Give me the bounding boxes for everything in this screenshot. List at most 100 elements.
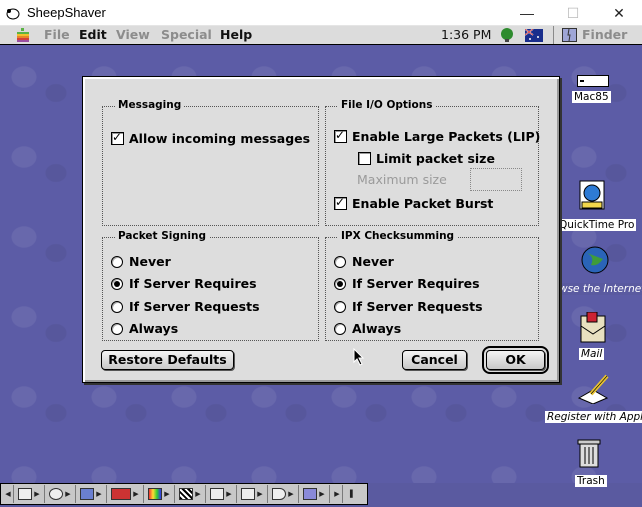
- desktop-icon-quicktime-label-wrap: QuickTime Pro: [557, 213, 637, 232]
- enable-large-packets-checkbox[interactable]: Enable Large Packets (LIP): [334, 128, 540, 144]
- group-title: Messaging: [115, 99, 185, 111]
- keyboard-flag-icon[interactable]: [525, 29, 543, 42]
- mail-icon: [580, 311, 606, 343]
- apple-menu-icon[interactable]: [16, 28, 30, 43]
- desktop-icon-trash[interactable]: [577, 438, 601, 472]
- control-strip: ◀ ▶ ▶ ▶ ▶ ▶ ▶ ▶ ▶ ▶ ▶ ▶ ▐: [0, 483, 368, 505]
- menu-view[interactable]: View: [116, 27, 150, 42]
- packet-signing-always-radio[interactable]: Always: [111, 321, 178, 336]
- control-strip-tab[interactable]: ▐: [343, 485, 355, 503]
- desktop-icon-register-label-wrap: Register with Apple: [545, 405, 642, 424]
- ipx-if-server-requires-radio[interactable]: If Server Requires: [334, 276, 480, 291]
- control-strip-monitor-module[interactable]: ▶: [14, 485, 45, 503]
- radio-label[interactable]: Never: [129, 254, 171, 269]
- radio-label[interactable]: Never: [352, 254, 394, 269]
- packet-signing-if-server-requires-radio[interactable]: If Server Requires: [111, 276, 257, 291]
- internet-globe-icon: [581, 246, 609, 274]
- menu-special[interactable]: Special: [161, 27, 212, 42]
- radio-label[interactable]: If Server Requests: [352, 299, 483, 314]
- packet-signing-if-server-requests-radio[interactable]: If Server Requests: [111, 299, 260, 314]
- restore-defaults-button[interactable]: Restore Defaults: [101, 350, 234, 370]
- radio-button[interactable]: [334, 277, 346, 290]
- minimize-button[interactable]: —: [504, 0, 550, 26]
- control-strip-cd-module[interactable]: ▶: [45, 485, 76, 503]
- active-app-name[interactable]: Finder: [582, 27, 627, 42]
- checkbox-label[interactable]: Enable Packet Burst: [352, 196, 493, 211]
- checkbox-box[interactable]: [334, 195, 347, 210]
- finder-icon[interactable]: [562, 28, 577, 42]
- register-pencil-icon: [577, 374, 609, 405]
- maximum-size-field[interactable]: [470, 168, 522, 191]
- trash-icon: [577, 439, 601, 468]
- desktop-icon-register[interactable]: [577, 374, 611, 408]
- speaker-icon: [272, 488, 287, 500]
- radio-button[interactable]: [111, 300, 123, 313]
- network-icon: [241, 488, 256, 500]
- ipx-if-server-requests-radio[interactable]: If Server Requests: [334, 299, 483, 314]
- control-strip-sound-module[interactable]: ▶: [268, 485, 299, 503]
- radio-button[interactable]: [111, 322, 123, 335]
- control-strip-colors-module[interactable]: ▶: [144, 485, 175, 503]
- quicktime-movie-icon: [579, 180, 605, 210]
- control-strip-printer-module[interactable]: ▶: [206, 485, 237, 503]
- radio-button[interactable]: [334, 255, 346, 268]
- checkbox-label[interactable]: Limit packet size: [376, 151, 495, 166]
- printer-icon: [210, 488, 225, 500]
- checkbox-box[interactable]: [111, 130, 124, 145]
- checkbox-box[interactable]: [358, 152, 371, 165]
- ok-button[interactable]: OK: [482, 346, 549, 374]
- checkbox-label[interactable]: Allow incoming messages: [129, 131, 310, 146]
- control-strip-scroll-right[interactable]: ▶: [330, 485, 343, 503]
- radio-label[interactable]: Always: [352, 321, 401, 336]
- menu-edit[interactable]: Edit: [79, 27, 107, 42]
- desktop-icon-browse-label-wrap: wse the Internet: [557, 277, 642, 296]
- radio-label[interactable]: If Server Requires: [352, 276, 480, 291]
- ipx-always-radio[interactable]: Always: [334, 321, 401, 336]
- radio-button[interactable]: [334, 300, 346, 313]
- radio-label[interactable]: If Server Requests: [129, 299, 260, 314]
- cd-icon: [49, 488, 64, 500]
- checkbox-box[interactable]: [334, 128, 347, 143]
- globe-icon[interactable]: [499, 27, 515, 43]
- checkbox-label[interactable]: Enable Large Packets (LIP): [352, 129, 540, 144]
- maximize-button[interactable]: ☐: [550, 0, 596, 26]
- desktop-icon-quicktime[interactable]: [578, 180, 608, 216]
- radio-button[interactable]: [111, 255, 123, 268]
- file-io-options-group: File I/O Options Enable Large Packets (L…: [325, 99, 540, 226]
- desktop-icon-label: QuickTime Pro: [557, 219, 637, 231]
- packet-signing-never-radio[interactable]: Never: [111, 254, 171, 269]
- menu-file[interactable]: File: [44, 27, 70, 42]
- control-strip-network-module[interactable]: ▶: [237, 485, 268, 503]
- ipx-checksumming-group: IPX Checksumming Never If Server Require…: [325, 230, 539, 341]
- radio-button[interactable]: [334, 322, 346, 335]
- keychain-icon: [303, 488, 318, 500]
- desktop-icon-label: wse the Internet: [557, 283, 642, 295]
- menu-clock[interactable]: 1:36 PM: [441, 27, 491, 42]
- menu-help[interactable]: Help: [220, 27, 252, 42]
- ipx-never-radio[interactable]: Never: [334, 254, 394, 269]
- enable-packet-burst-checkbox[interactable]: Enable Packet Burst: [334, 195, 493, 211]
- radio-label[interactable]: Always: [129, 321, 178, 336]
- control-strip-keychain-module[interactable]: ▶: [299, 485, 330, 503]
- control-strip-file-sharing-module[interactable]: ▶: [76, 485, 107, 503]
- messaging-group: Messaging Allow incoming messages: [102, 99, 319, 226]
- cancel-button[interactable]: Cancel: [402, 350, 467, 370]
- limit-packet-size-checkbox[interactable]: Limit packet size: [358, 151, 495, 166]
- monitor-icon: [18, 488, 33, 500]
- resolution-icon: [179, 488, 194, 500]
- control-strip-resolution-module[interactable]: ▶: [175, 485, 206, 503]
- control-strip-memory-module[interactable]: ▶: [107, 485, 144, 503]
- desktop-icon-mac85-label-wrap: Mac85: [572, 85, 611, 104]
- control-strip-collapse-left[interactable]: ◀: [1, 485, 14, 503]
- packet-signing-group: Packet Signing Never If Server Requires …: [102, 230, 319, 341]
- host-title-bar: SheepShaver — ☐ ✕: [0, 0, 642, 26]
- allow-incoming-messages-checkbox[interactable]: Allow incoming messages: [111, 130, 310, 146]
- radio-label[interactable]: If Server Requires: [129, 276, 257, 291]
- desktop-icon-label: Register with Apple: [545, 411, 642, 423]
- color-depth-icon: [148, 488, 163, 500]
- window-title: SheepShaver: [27, 5, 106, 20]
- desktop-icon-trash-label-wrap: Trash: [575, 469, 607, 488]
- radio-button[interactable]: [111, 277, 123, 290]
- desktop-icon-mail-label-wrap: Mail: [579, 342, 605, 361]
- close-button[interactable]: ✕: [596, 0, 642, 26]
